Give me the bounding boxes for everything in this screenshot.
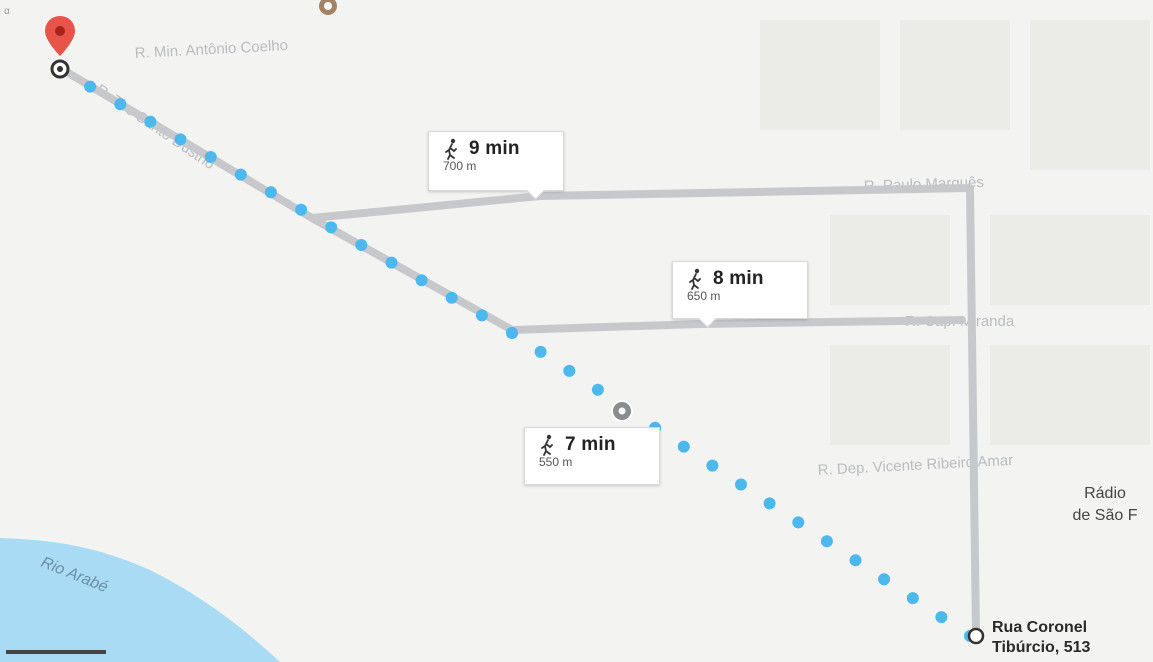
route-dot [706, 459, 719, 472]
route-dot [114, 98, 127, 111]
route-dot [935, 611, 948, 624]
route-dot [144, 115, 157, 128]
walking-person-icon [445, 138, 457, 160]
walking-person-icon [541, 434, 553, 456]
route-dot [878, 573, 891, 586]
route-time: 8 min [713, 268, 764, 289]
route-dot [385, 256, 398, 269]
top-left-fragment: α [4, 6, 10, 17]
poi-icon[interactable] [319, 0, 337, 15]
route-dot [792, 516, 805, 529]
red-map-pin-icon[interactable] [45, 16, 75, 56]
route-dot [445, 291, 458, 304]
route-dot [906, 592, 919, 605]
map-blocks [760, 20, 1150, 445]
street-label-dep-vicente: R. Dep. Vicente Ribeiro Amar [817, 452, 1013, 479]
route-dot [563, 364, 576, 377]
route-distance: 650 m [687, 289, 721, 303]
scale-bar [6, 650, 106, 654]
gray-pin-icon[interactable] [611, 400, 633, 422]
route-card-9min[interactable]: 9 min 700 m [428, 131, 564, 200]
route-dot [677, 440, 690, 453]
route-dot [84, 80, 97, 93]
route-dot [234, 168, 247, 181]
route-distance: 550 m [539, 455, 573, 469]
route-card-8min[interactable]: 8 min 650 m [672, 261, 808, 328]
street-label-min-antonio-coelho: R. Min. Antônio Coelho [134, 37, 288, 62]
route-dot [204, 151, 217, 163]
map-canvas[interactable]: Rio Arabé R. Min. Antônio Coelho R. Tiro… [0, 0, 1153, 662]
route-dot [174, 133, 187, 146]
route-dot [849, 554, 862, 567]
route-dot [355, 239, 368, 251]
route-distance: 700 m [443, 159, 477, 173]
route-dot [415, 274, 428, 287]
route-dot [295, 203, 308, 216]
destination-marker[interactable] [967, 627, 985, 645]
route-time: 9 min [469, 138, 520, 159]
route-dot [820, 535, 833, 548]
place-label-radio: Rádio de São F [1072, 485, 1138, 524]
route-dot [591, 383, 604, 396]
river [0, 538, 280, 662]
origin-marker[interactable] [50, 59, 70, 79]
route-dot [264, 186, 277, 199]
route-dot [475, 309, 488, 322]
route-time: 7 min [565, 434, 616, 455]
destination-label: Rua Coronel Tibúrcio, 513 [992, 619, 1091, 656]
route-dot [735, 478, 747, 491]
route-dot [506, 327, 518, 339]
route-dot [763, 497, 776, 510]
route-card-7min[interactable]: 7 min 550 m [524, 427, 660, 485]
walking-person-icon [689, 268, 701, 290]
route-dot [534, 345, 547, 358]
route-dot [325, 221, 338, 234]
